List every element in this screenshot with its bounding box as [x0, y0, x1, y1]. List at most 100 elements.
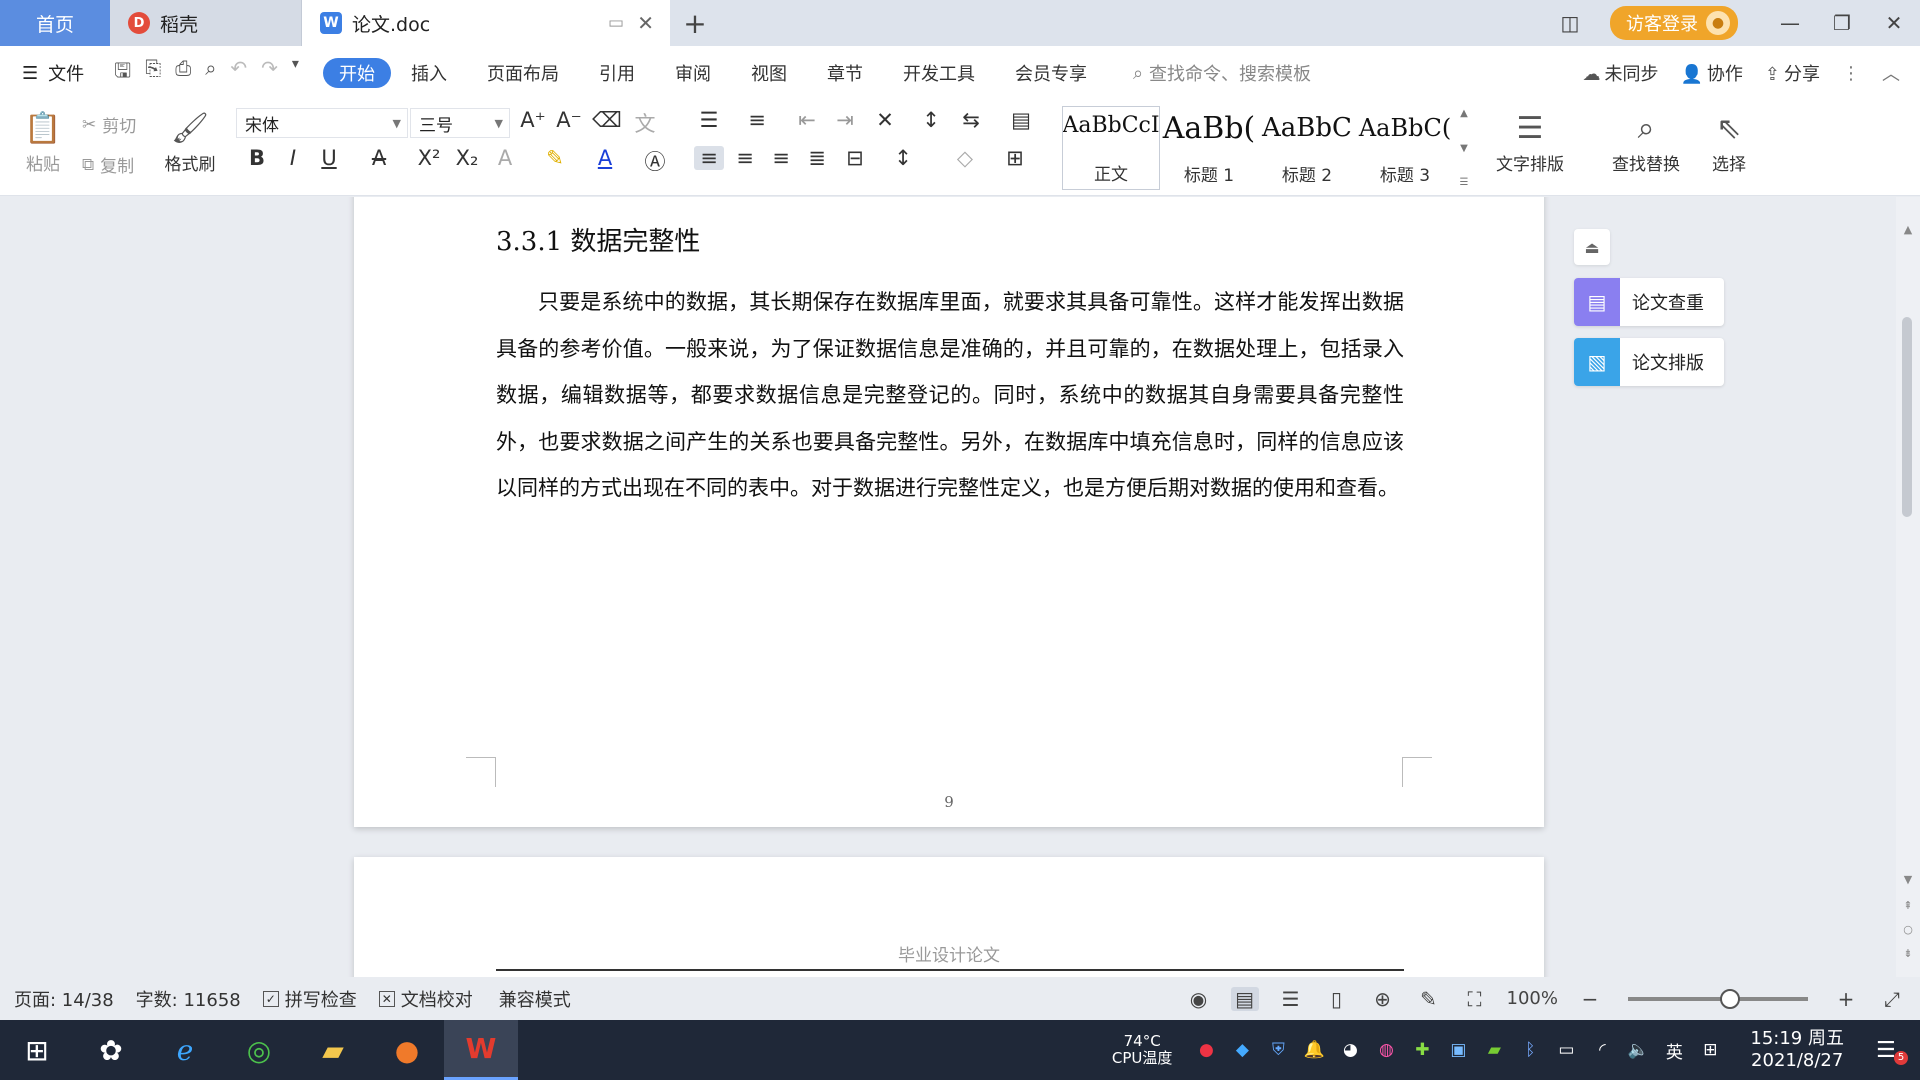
font-size-select[interactable]: 三号 ▼ [410, 108, 510, 138]
decrease-indent-icon[interactable]: ⇤ [792, 108, 822, 132]
window-layout-icon[interactable]: ◫ [1544, 11, 1596, 35]
file-menu[interactable]: ☰ 文件 [22, 60, 84, 86]
export-icon[interactable]: ⎘ [145, 56, 161, 90]
borders-icon[interactable]: ⊞ [1000, 146, 1030, 170]
collab-button[interactable]: 👤 协作 [1680, 60, 1742, 86]
zoom-level[interactable]: 100% [1507, 988, 1558, 1009]
volume-icon[interactable]: 🔈 [1626, 1040, 1650, 1060]
paper-check-button[interactable]: ▤ 论文查重 [1574, 278, 1724, 326]
zoom-out-icon[interactable]: − [1576, 987, 1604, 1011]
align-center-icon[interactable]: ≡ [730, 146, 760, 170]
undo-icon[interactable]: ↶ [230, 56, 247, 90]
superscript-icon[interactable]: X² [414, 146, 444, 170]
underline-icon[interactable]: U [314, 146, 344, 170]
ie-browser-icon[interactable]: ℯ [148, 1020, 222, 1080]
paper-layout-button[interactable]: ▧ 论文排版 [1574, 338, 1724, 386]
style-gallery-scroll[interactable]: ▲ ▼ ☰ [1456, 108, 1472, 188]
increase-indent-icon[interactable]: ⇥ [830, 108, 860, 132]
zoom-knob[interactable] [1720, 988, 1740, 1009]
style-normal[interactable]: AaBbCcI 正文 [1062, 106, 1160, 190]
tab-start[interactable]: 开始 [322, 58, 391, 88]
zoom-slider[interactable] [1628, 988, 1808, 1009]
page-view-icon[interactable]: ▤ [1230, 986, 1259, 1011]
command-search[interactable]: ⌕ 查找命令、搜索模板 [1133, 60, 1311, 86]
eye-protect-icon[interactable]: ◉ [1185, 987, 1213, 1011]
doc-proof-button[interactable]: ✕ 文档校对 [378, 986, 473, 1012]
find-replace-button[interactable]: ⌕ 查找替换 [1612, 106, 1680, 176]
fullscreen-icon[interactable]: ⤢ [1878, 987, 1906, 1011]
share-button[interactable]: ⇪ 分享 [1765, 60, 1820, 86]
clear-format-icon[interactable]: ⌫ [592, 108, 622, 132]
fit-page-icon[interactable]: ⛶ [1461, 987, 1489, 1011]
page-indicator[interactable]: 页面: 14/38 [14, 986, 114, 1012]
word-count[interactable]: 字数: 11658 [136, 986, 241, 1012]
shrink-font-icon[interactable]: A⁻ [554, 108, 584, 132]
font-name-select[interactable]: 宋体 ▼ [236, 108, 408, 138]
cpu-temp-widget[interactable]: 74°C CPU温度 [1112, 1033, 1173, 1067]
tab-view[interactable]: 视图 [731, 58, 807, 88]
text-layout-button[interactable]: ☰ 文字排版 [1496, 106, 1564, 176]
tab-member[interactable]: 会员专享 [995, 58, 1107, 88]
text-effect-icon[interactable]: A [490, 146, 520, 170]
web-view-icon[interactable]: ⊕ [1369, 987, 1397, 1011]
italic-icon[interactable]: I [278, 146, 308, 170]
file-explorer-icon[interactable]: ▰ [296, 1020, 370, 1080]
bullet-list-icon[interactable]: ☰ [694, 108, 724, 132]
chevron-up-icon[interactable]: ▲ [1460, 108, 1468, 119]
bold-icon[interactable]: B [242, 146, 272, 170]
style-heading-2[interactable]: AaBbC 标题 2 [1258, 106, 1356, 190]
bell-icon[interactable]: 🔔 [1302, 1040, 1326, 1060]
shield-icon[interactable]: ⛨ [1266, 1040, 1290, 1060]
format-painter-button[interactable]: 🖌 格式刷 [162, 106, 218, 176]
style-heading-3[interactable]: AaBbC( 标题 3 [1356, 106, 1454, 190]
phonetic-icon[interactable]: 文 [630, 108, 660, 138]
chevron-down-icon[interactable]: ▼ [1460, 143, 1468, 154]
minimize-icon[interactable]: — [1764, 11, 1816, 35]
style-heading-1[interactable]: AaBb( 标题 1 [1160, 106, 1258, 190]
restore-icon[interactable]: ❐ [1816, 11, 1868, 35]
copy-button[interactable]: ⧉ 复制 [82, 152, 134, 178]
save-icon[interactable]: 🖫 [114, 56, 131, 90]
taskbar-app-1-icon[interactable]: ✿ [74, 1020, 148, 1080]
battery-icon[interactable]: ▭ [1554, 1040, 1578, 1060]
zoom-in-icon[interactable]: + [1832, 987, 1860, 1011]
scroll-thumb[interactable] [1902, 317, 1912, 517]
tab-page-layout[interactable]: 页面布局 [467, 58, 579, 88]
tab-daoke[interactable]: D 稻壳 [110, 0, 302, 46]
clock[interactable]: 15:19 周五 2021/8/27 [1750, 1028, 1844, 1072]
sort-icon[interactable]: ↕ [916, 108, 946, 132]
nvidia-icon[interactable]: ▰ [1482, 1040, 1506, 1060]
justify-icon[interactable]: ≣ [802, 146, 832, 170]
strikethrough-icon[interactable]: A [364, 146, 394, 170]
select-button[interactable]: ⇖ 选择 [1712, 106, 1746, 176]
tab-document[interactable]: W 论文.doc ▭ ✕ [302, 0, 670, 46]
tab-chapter[interactable]: 章节 [807, 58, 883, 88]
taskbar-app-2-icon[interactable]: ● [370, 1020, 444, 1080]
scroll-down-icon[interactable]: ▼ [1900, 873, 1916, 886]
cut-button[interactable]: ✂ 剪切 [82, 112, 136, 138]
document-page-next[interactable]: 毕业设计论文 [354, 857, 1544, 977]
tray-app-icon[interactable]: ◍ [1374, 1040, 1398, 1060]
print-preview-icon[interactable]: ⌕ [205, 56, 216, 90]
customize-icon[interactable]: ▾ [292, 56, 299, 90]
spell-check-button[interactable]: ✓ 拼写检查 [262, 986, 357, 1012]
scroll-up-icon[interactable]: ▲ [1900, 223, 1916, 236]
char-border-icon[interactable]: Ⓐ [640, 146, 670, 176]
subscript-icon[interactable]: X₂ [452, 146, 482, 170]
select-browse-icon[interactable]: ○ [1900, 923, 1916, 936]
read-view-icon[interactable]: ▯ [1323, 987, 1351, 1011]
chinese-layout-icon[interactable]: ✕ [870, 108, 900, 132]
line-spacing-icon[interactable]: ↕ [888, 146, 918, 170]
tab-review[interactable]: 审阅 [655, 58, 731, 88]
notification-center-icon[interactable]: ☰ 5 [1876, 1038, 1908, 1065]
start-menu-icon[interactable]: ⊞ [0, 1020, 74, 1080]
ime-mode-icon[interactable]: ⊞ [1698, 1040, 1722, 1060]
collapse-panel-icon[interactable]: ⏏ [1574, 229, 1610, 265]
distributed-icon[interactable]: ⊟ [840, 146, 870, 170]
table-grid-icon[interactable]: ▤ [1006, 108, 1036, 132]
shading-icon[interactable]: ◇ [950, 146, 980, 170]
ime-indicator[interactable]: 英 [1662, 1038, 1686, 1063]
tab-insert[interactable]: 插入 [391, 58, 467, 88]
tray-app-icon[interactable]: ✚ [1410, 1040, 1434, 1060]
font-color-icon[interactable]: A [590, 146, 620, 170]
